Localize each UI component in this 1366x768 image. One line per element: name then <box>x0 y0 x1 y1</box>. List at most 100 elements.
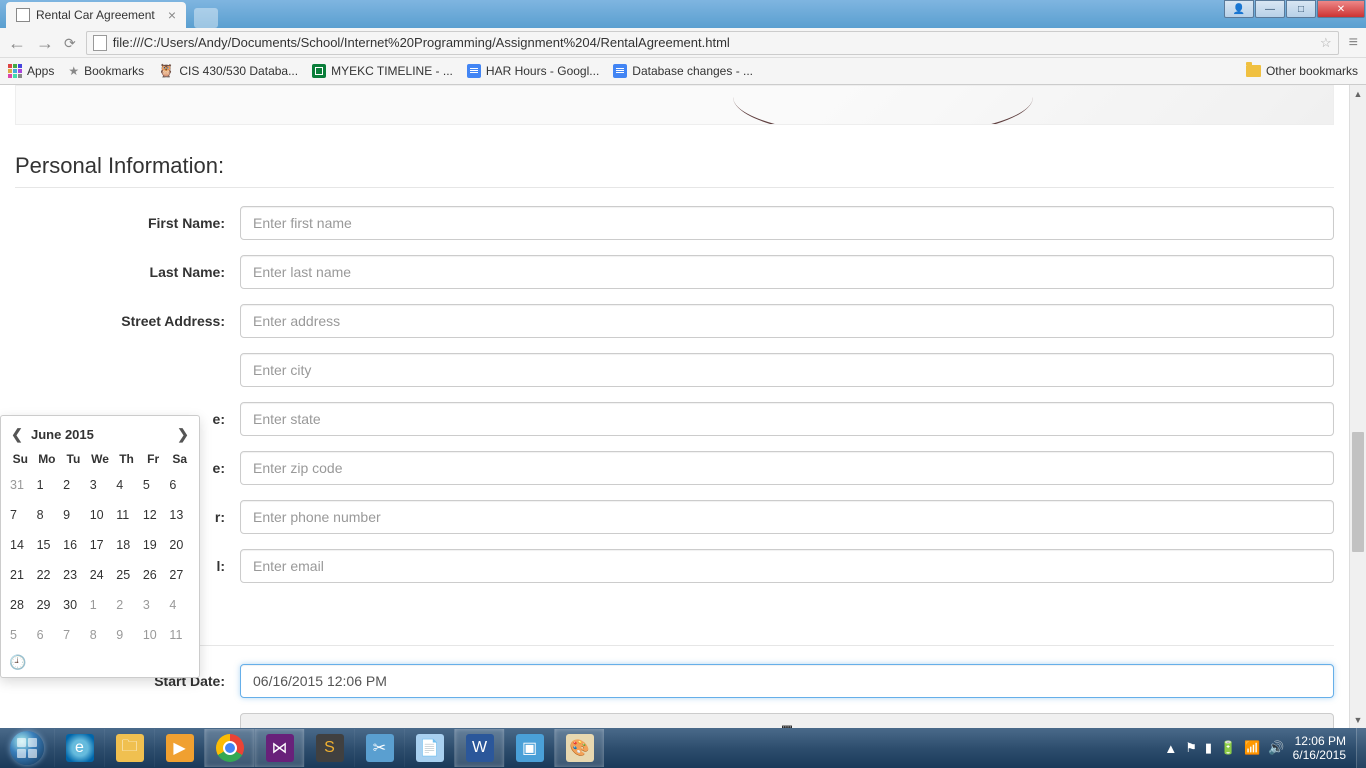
email-input[interactable] <box>240 549 1334 583</box>
first-name-input[interactable] <box>240 206 1334 240</box>
tray-network-icon[interactable]: ▮ <box>1205 740 1212 756</box>
tray-wifi-icon[interactable]: 📶 <box>1244 740 1260 756</box>
datepicker-day[interactable]: 29 <box>34 590 61 620</box>
vertical-scrollbar[interactable]: ▲ ▼ <box>1349 85 1366 728</box>
chrome-menu-icon[interactable]: ≡ <box>1349 34 1358 52</box>
datepicker-day[interactable]: 2 <box>60 470 87 500</box>
datepicker-day[interactable]: 22 <box>34 560 61 590</box>
taskbar-wmp[interactable]: ▶ <box>154 729 204 767</box>
bookmark-item-cis[interactable]: 🦉 CIS 430/530 Databa... <box>158 63 298 79</box>
reload-button[interactable]: ⟳ <box>64 36 76 50</box>
browser-tab[interactable]: Rental Car Agreement × <box>6 2 186 28</box>
datepicker-day[interactable]: 4 <box>166 590 193 620</box>
datepicker-day[interactable]: 20 <box>166 530 193 560</box>
datepicker-day[interactable]: 28 <box>7 590 34 620</box>
datepicker-day[interactable]: 19 <box>140 530 167 560</box>
datepicker-prev-button[interactable]: ❮ <box>7 426 27 443</box>
tray-volume-icon[interactable]: 🔊 <box>1268 740 1284 756</box>
close-tab-icon[interactable]: × <box>168 7 176 23</box>
taskbar-vs[interactable]: ⋈ <box>254 729 304 767</box>
datepicker-day[interactable]: 21 <box>7 560 34 590</box>
calendar-toggle-button[interactable]: ▦ <box>240 713 1334 728</box>
start-date-input[interactable] <box>240 664 1334 698</box>
phone-input[interactable] <box>240 500 1334 534</box>
datepicker-day[interactable]: 12 <box>140 500 167 530</box>
datepicker-time-button[interactable]: 🕘 <box>7 650 193 671</box>
other-bookmarks[interactable]: Other bookmarks <box>1246 64 1358 78</box>
datepicker-day[interactable]: 23 <box>60 560 87 590</box>
taskbar-snip[interactable]: ✂ <box>354 729 404 767</box>
bookmark-item-myekc[interactable]: MYEKC TIMELINE - ... <box>312 64 453 78</box>
new-tab-button[interactable] <box>194 8 218 28</box>
taskbar-notepad[interactable]: 📄 <box>404 729 454 767</box>
taskbar-chrome[interactable] <box>204 729 254 767</box>
taskbar-ie[interactable]: e <box>54 729 104 767</box>
scroll-up-button[interactable]: ▲ <box>1350 85 1366 102</box>
street-input[interactable] <box>240 304 1334 338</box>
bookmark-star-icon[interactable]: ☆ <box>1320 35 1332 51</box>
datepicker-day[interactable]: 7 <box>60 620 87 650</box>
taskbar-word[interactable]: W <box>454 729 504 767</box>
datepicker-day[interactable]: 13 <box>166 500 193 530</box>
taskbar-sublime[interactable]: S <box>304 729 354 767</box>
maximize-button[interactable]: □ <box>1286 0 1316 18</box>
datepicker-day[interactable]: 16 <box>60 530 87 560</box>
datepicker-day[interactable]: 7 <box>7 500 34 530</box>
show-desktop-button[interactable] <box>1356 728 1366 768</box>
taskbar-misc1[interactable]: ▣ <box>504 729 554 767</box>
close-window-button[interactable]: ✕ <box>1317 0 1365 18</box>
state-input[interactable] <box>240 402 1334 436</box>
datepicker-day[interactable]: 17 <box>87 530 114 560</box>
datepicker-day[interactable]: 9 <box>113 620 140 650</box>
datepicker-day[interactable]: 6 <box>166 470 193 500</box>
datepicker-day[interactable]: 18 <box>113 530 140 560</box>
forward-button[interactable]: → <box>36 34 54 52</box>
datepicker-day[interactable]: 5 <box>7 620 34 650</box>
back-button[interactable]: ← <box>8 34 26 52</box>
datepicker-day[interactable]: 31 <box>7 470 34 500</box>
tray-flag-icon[interactable]: ⚑ <box>1185 740 1197 756</box>
minimize-button[interactable]: — <box>1255 0 1285 18</box>
datepicker-day[interactable]: 6 <box>34 620 61 650</box>
datepicker-day[interactable]: 27 <box>166 560 193 590</box>
datepicker-day[interactable]: 3 <box>87 470 114 500</box>
datepicker-title[interactable]: June 2015 <box>27 427 173 442</box>
datepicker-day[interactable]: 3 <box>140 590 167 620</box>
tray-battery-icon[interactable]: 🔋 <box>1220 740 1236 756</box>
datepicker-day[interactable]: 26 <box>140 560 167 590</box>
datepicker-next-button[interactable]: ❯ <box>173 426 193 443</box>
city-input[interactable] <box>240 353 1334 387</box>
datepicker-day[interactable]: 1 <box>34 470 61 500</box>
zip-input[interactable] <box>240 451 1334 485</box>
address-bar[interactable]: file:///C:/Users/Andy/Documents/School/I… <box>86 31 1339 55</box>
datepicker-day[interactable]: 15 <box>34 530 61 560</box>
datepicker-day[interactable]: 8 <box>34 500 61 530</box>
bookmark-item-har[interactable]: HAR Hours - Googl... <box>467 64 599 78</box>
taskbar-explorer[interactable]: 🗀 <box>104 729 154 767</box>
last-name-input[interactable] <box>240 255 1334 289</box>
datepicker-day[interactable]: 14 <box>7 530 34 560</box>
datepicker-day[interactable]: 11 <box>166 620 193 650</box>
taskbar-clock[interactable]: 12:06 PM 6/16/2015 <box>1293 734 1346 762</box>
datepicker-day[interactable]: 2 <box>113 590 140 620</box>
datepicker-day[interactable]: 1 <box>87 590 114 620</box>
tray-up-icon[interactable]: ▲ <box>1164 741 1177 756</box>
scroll-thumb[interactable] <box>1352 432 1364 552</box>
datepicker-day[interactable]: 25 <box>113 560 140 590</box>
datepicker-day[interactable]: 30 <box>60 590 87 620</box>
apps-button[interactable]: Apps <box>8 64 54 78</box>
datepicker-day[interactable]: 10 <box>87 500 114 530</box>
user-button[interactable]: 👤 <box>1224 0 1254 18</box>
datepicker-day[interactable]: 9 <box>60 500 87 530</box>
datepicker-day[interactable]: 4 <box>113 470 140 500</box>
datepicker-day[interactable]: 10 <box>140 620 167 650</box>
scroll-down-button[interactable]: ▼ <box>1350 711 1366 728</box>
datepicker-day[interactable]: 5 <box>140 470 167 500</box>
datepicker-day[interactable]: 8 <box>87 620 114 650</box>
taskbar-paint[interactable]: 🎨 <box>554 729 604 767</box>
bookmarks-folder[interactable]: ★ Bookmarks <box>68 64 144 78</box>
datepicker-day[interactable]: 24 <box>87 560 114 590</box>
scroll-track[interactable] <box>1350 102 1366 711</box>
bookmark-item-dbchanges[interactable]: Database changes - ... <box>613 64 753 78</box>
datepicker-day[interactable]: 11 <box>113 500 140 530</box>
